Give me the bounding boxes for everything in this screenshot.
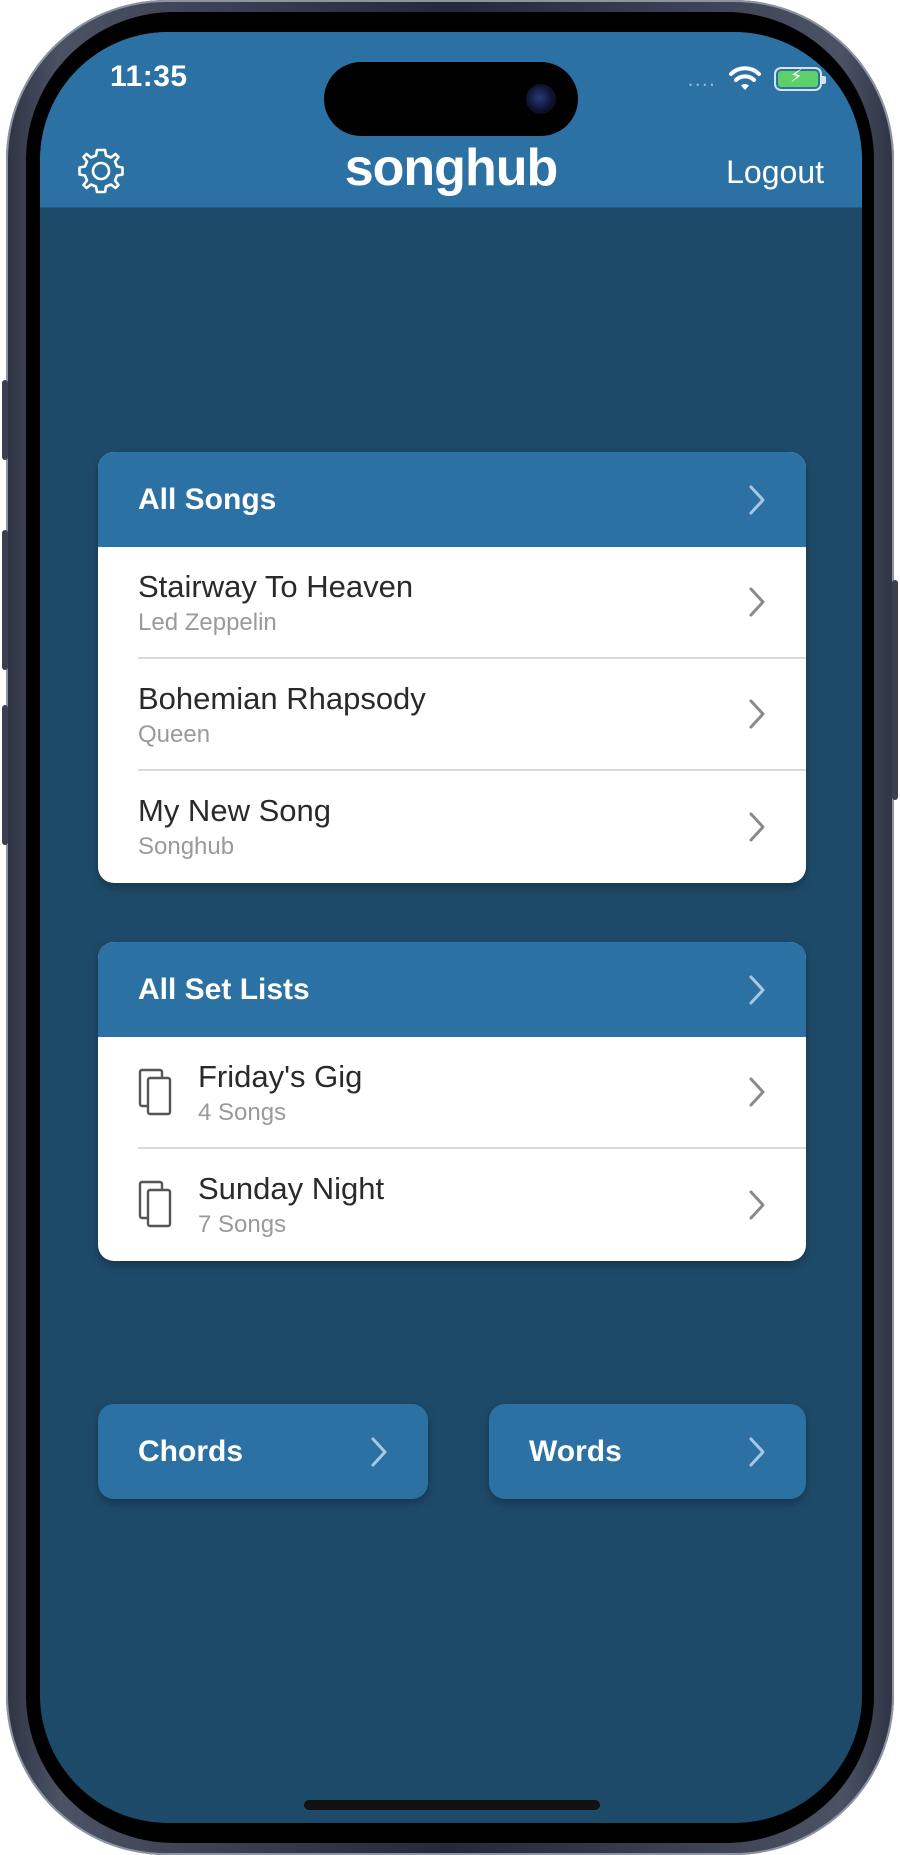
status-icons: .... ⚡︎ bbox=[687, 62, 826, 96]
all-songs-header[interactable]: All Songs bbox=[98, 452, 806, 547]
wifi-icon bbox=[729, 66, 761, 90]
chevron-right-icon bbox=[371, 1437, 387, 1466]
setlist-title: Friday's Gig bbox=[198, 1059, 363, 1094]
setlist-count: 7 Songs bbox=[198, 1211, 287, 1238]
chevron-right-icon bbox=[749, 812, 765, 842]
volume-up-button bbox=[2, 530, 8, 670]
setlist-row[interactable]: Sunday Night 7 Songs bbox=[138, 1149, 806, 1261]
power-button bbox=[892, 580, 898, 800]
song-title: Bohemian Rhapsody bbox=[138, 681, 426, 716]
song-artist: Led Zeppelin bbox=[138, 609, 277, 636]
status-time: 11:35 bbox=[110, 60, 188, 93]
setlist-title: Sunday Night bbox=[198, 1171, 385, 1206]
chevron-right-icon bbox=[749, 699, 765, 729]
document-stack-icon bbox=[138, 1068, 172, 1116]
battery-icon: ⚡︎ bbox=[774, 66, 826, 91]
setlist-count: 4 Songs bbox=[198, 1099, 287, 1126]
chevron-right-icon bbox=[749, 587, 765, 617]
song-row[interactable]: Bohemian Rhapsody Queen bbox=[138, 659, 806, 771]
navigation-bar: 11:35 .... ⚡︎ songhub Logout bbox=[40, 32, 862, 208]
chevron-right-icon bbox=[749, 1077, 765, 1107]
front-camera bbox=[526, 84, 556, 114]
all-set-lists-header[interactable]: All Set Lists bbox=[98, 942, 806, 1037]
chevron-right-icon bbox=[749, 975, 765, 1004]
home-indicator[interactable] bbox=[304, 1800, 600, 1810]
song-artist: Songhub bbox=[138, 833, 235, 860]
chords-label: Chords bbox=[138, 1434, 243, 1468]
song-title: Stairway To Heaven bbox=[138, 569, 414, 604]
logout-button[interactable]: Logout bbox=[726, 154, 824, 191]
charging-bolt-icon: ⚡︎ bbox=[790, 66, 803, 86]
words-label: Words bbox=[529, 1434, 622, 1468]
chords-button[interactable]: Chords bbox=[98, 1404, 428, 1499]
volume-down-button bbox=[2, 705, 8, 845]
chevron-right-icon bbox=[749, 485, 765, 514]
all-songs-title: All Songs bbox=[138, 482, 277, 516]
dynamic-island bbox=[324, 62, 578, 136]
setlist-row[interactable]: Friday's Gig 4 Songs bbox=[138, 1037, 806, 1149]
all-set-lists-card: All Set Lists Friday's Gig 4 Songs Sunda… bbox=[98, 942, 806, 1261]
song-row[interactable]: Stairway To Heaven Led Zeppelin bbox=[138, 547, 806, 659]
words-button[interactable]: Words bbox=[489, 1404, 806, 1499]
all-set-lists-title: All Set Lists bbox=[138, 972, 310, 1006]
action-button bbox=[2, 380, 8, 460]
chevron-right-icon bbox=[749, 1190, 765, 1220]
song-row[interactable]: My New Song Songhub bbox=[138, 771, 806, 883]
document-stack-icon bbox=[138, 1180, 172, 1228]
chevron-right-icon bbox=[749, 1437, 765, 1466]
song-title: My New Song bbox=[138, 793, 331, 828]
app-screen: 11:35 .... ⚡︎ songhub Logout All Songs S… bbox=[40, 32, 862, 1823]
song-artist: Queen bbox=[138, 721, 211, 748]
all-songs-card: All Songs Stairway To Heaven Led Zeppeli… bbox=[98, 452, 806, 883]
cellular-signal-icon: .... bbox=[687, 66, 716, 91]
